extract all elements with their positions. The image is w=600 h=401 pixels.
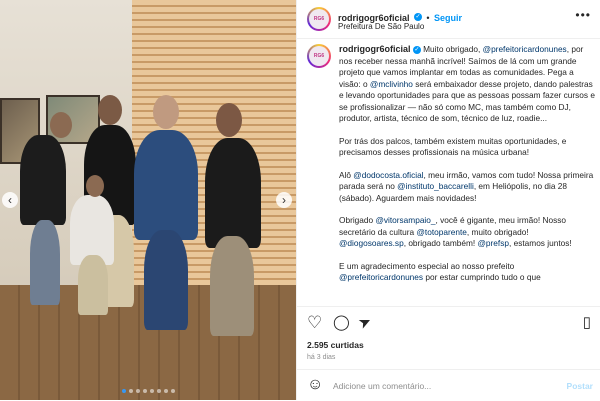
- photo-person: [144, 230, 188, 330]
- post-caption: RG6 rodrigogr6oficial ✓ Muito obrigado, …: [307, 44, 597, 306]
- photo-person-head: [153, 95, 179, 129]
- post-timestamp[interactable]: há 3 dias: [307, 354, 335, 361]
- mention-link[interactable]: @vitorsampaio_: [375, 215, 435, 225]
- caption-paragraph: E um agradecimento especial ao nosso pre…: [339, 261, 597, 284]
- post-side-panel: RG6 rodrigogr6oficial ✓ • Seguir Prefeit…: [296, 0, 600, 400]
- post-header: RG6 rodrigogr6oficial ✓ • Seguir Prefeit…: [297, 0, 600, 39]
- avatar[interactable]: RG6: [307, 7, 331, 31]
- post-photo[interactable]: ‹ ›: [0, 0, 296, 400]
- comment-icon[interactable]: ◯: [333, 315, 350, 331]
- comment-input[interactable]: Adicione um comentário...: [333, 381, 431, 391]
- caption-text: por estar cumprindo tudo o que: [423, 272, 541, 282]
- photo-person-head: [216, 103, 242, 137]
- post-comment-button[interactable]: Postar: [567, 381, 593, 391]
- carousel-dot: [150, 389, 154, 393]
- carousel-dot: [164, 389, 168, 393]
- mention-link[interactable]: @mclivinho: [370, 79, 413, 89]
- photo-person: [210, 236, 254, 336]
- photo-person-head: [50, 112, 72, 138]
- carousel-dot: [129, 389, 133, 393]
- comment-bar: ☺ Adicione um comentário... Postar: [297, 369, 600, 401]
- caption-text: E um agradecimento especial ao nosso pre…: [339, 260, 515, 271]
- carousel-dot: [143, 389, 147, 393]
- carousel-prev-button[interactable]: ‹: [2, 192, 18, 208]
- carousel-dot: [171, 389, 175, 393]
- caption-text: Obrigado: [339, 215, 376, 225]
- like-icon[interactable]: ♡: [307, 314, 322, 331]
- avatar-initials: RG6: [309, 9, 329, 29]
- carousel-indicator: [122, 389, 175, 393]
- caption-text: , muito obrigado!: [466, 226, 529, 237]
- verified-icon: ✓: [413, 12, 422, 21]
- mention-link[interactable]: @prefeitoricardonunes: [339, 272, 423, 282]
- save-icon[interactable]: ▯: [583, 315, 591, 331]
- photo-person-head: [98, 95, 122, 125]
- caption-avatar[interactable]: RG6: [307, 44, 331, 68]
- mention-link[interactable]: @diogosoares.sp: [339, 238, 404, 248]
- photo-person: [20, 135, 66, 225]
- avatar-initials: RG6: [309, 46, 329, 66]
- photo-person: [134, 130, 198, 240]
- caption-first-row: RG6 rodrigogr6oficial ✓ Muito obrigado, …: [307, 44, 597, 125]
- caption-paragraph: Por trás dos palcos, também existem muit…: [339, 135, 567, 158]
- carousel-dot: [122, 389, 126, 393]
- emoji-icon[interactable]: ☺: [307, 377, 323, 393]
- mention-link[interactable]: @totoparente: [416, 227, 466, 237]
- caption-username[interactable]: rodrigogr6oficial: [339, 44, 411, 54]
- photo-person: [205, 138, 261, 248]
- photo-person: [30, 220, 60, 305]
- likes-count[interactable]: 2.595 curtidas: [307, 340, 364, 350]
- photo-person-head: [86, 175, 104, 197]
- caption-paragraph: Obrigado @vitorsampaio_, você é gigante,…: [339, 215, 597, 250]
- caption-text: , obrigado também!: [403, 238, 478, 248]
- mention-link[interactable]: @instituto_baccarelli: [397, 181, 474, 191]
- location-link[interactable]: Prefeitura De São Paulo: [338, 22, 424, 31]
- caption-text: , estamos juntos!: [508, 238, 572, 248]
- instagram-post-view: ‹ › RG6 rodrigogr6oficial ✓ • Seguir Pre…: [0, 0, 600, 400]
- follow-button[interactable]: Seguir: [434, 13, 462, 23]
- more-options-icon[interactable]: •••: [575, 8, 591, 22]
- share-icon[interactable]: ➤: [356, 312, 375, 333]
- caption-paragraph: rodrigogr6oficial ✓ Muito obrigado, @pre…: [339, 44, 597, 125]
- caption-paragraph: Alô @dodocosta.oficial, meu irmão, vamos…: [339, 170, 597, 205]
- mention-link[interactable]: @prefeitoricardonunes: [483, 44, 567, 54]
- carousel-dot: [157, 389, 161, 393]
- verified-icon: ✓: [412, 45, 421, 54]
- mention-link[interactable]: @dodocosta.oficial: [353, 170, 423, 180]
- separator-dot: •: [426, 13, 430, 23]
- mention-link[interactable]: @prefsp: [478, 238, 509, 248]
- caption-text: Alô: [339, 169, 354, 180]
- post-actions: ♡ ◯ ➤ ▯: [297, 306, 600, 341]
- caption-text: Muito obrigado,: [423, 44, 483, 54]
- photo-person: [78, 255, 108, 315]
- carousel-dot: [136, 389, 140, 393]
- carousel-next-button[interactable]: ›: [276, 192, 292, 208]
